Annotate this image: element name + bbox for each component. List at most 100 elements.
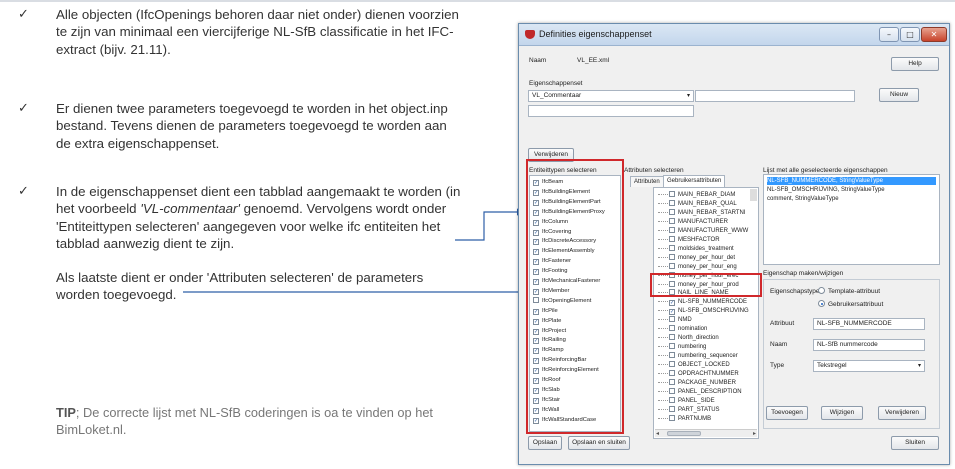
scroll-right-icon[interactable]: ▸ [753, 430, 756, 437]
entity-highlight-box [526, 159, 624, 434]
wijzigen-button[interactable]: Wijzigen [821, 406, 863, 420]
close-button[interactable]: ✕ [921, 27, 947, 42]
checkbox[interactable] [669, 244, 675, 251]
attribuut-input[interactable]: NL-SFB_NUMMERCODE [813, 318, 925, 330]
set-extra-input[interactable] [528, 105, 694, 117]
attribute-item[interactable]: MANUFACTURER_WWW [658, 226, 748, 235]
tab-attributen[interactable]: Attributen [630, 176, 664, 187]
radio-button[interactable] [818, 287, 825, 294]
attribute-item[interactable]: MANUFACTURER [658, 217, 728, 226]
attribute-item[interactable]: money_per_hour_eng [658, 262, 737, 271]
attribute-item[interactable]: OPDRACHTNUMMER [658, 369, 739, 378]
chevron-down-icon: ▾ [686, 92, 690, 99]
nieuw-button[interactable]: Nieuw [879, 88, 919, 102]
opslaan-sluiten-button[interactable]: Opslaan en sluiten [568, 436, 630, 450]
dialog-titlebar[interactable]: Definities eigenschappenset – □ ✕ [519, 24, 949, 46]
naam-input[interactable]: NL-SfB nummercode [813, 339, 925, 351]
attribute-item[interactable]: ✓ NL-SFB_NUMMERCODE [658, 297, 747, 307]
checkbox[interactable] [669, 199, 675, 206]
attribute-item[interactable]: MAIN_REBAR_QUAL [658, 199, 737, 208]
checkbox[interactable] [669, 396, 675, 403]
properties-dialog: Definities eigenschappenset – □ ✕ Naam V… [518, 23, 950, 465]
selected-property-item[interactable]: NL-SFB_NUMMERCODE, StringValueType [767, 177, 936, 185]
maximize-button[interactable]: □ [900, 27, 920, 42]
tree-connector [658, 333, 668, 339]
radio-button-selected[interactable] [818, 300, 825, 307]
attribute-item[interactable]: numbering [658, 342, 706, 351]
attribute-item[interactable]: MESHFACTOR [658, 235, 720, 244]
selected-property-item[interactable]: comment, StringValueType [767, 195, 936, 203]
checkbox[interactable] [669, 316, 675, 323]
attribute-item[interactable]: money_per_hour_det [658, 253, 735, 262]
bullet-1-line: Alle objecten (IfcOpenings behoren daar … [56, 7, 459, 22]
attribute-item[interactable]: MAIN_REBAR_DIAM [658, 190, 735, 199]
attribute-item-label: moldsides_treatment [678, 245, 734, 252]
checkbox[interactable] [669, 253, 675, 260]
checkbox[interactable] [669, 361, 675, 368]
tip-text: TIP; De correcte lijst met NL-SfB coderi… [56, 404, 496, 438]
attribute-item-label: money_per_hour_eng [678, 263, 737, 270]
slide-top-divider [0, 0, 955, 2]
checkbox[interactable] [669, 352, 675, 359]
radio-template[interactable]: Template-attribuut [818, 287, 880, 295]
attribute-item[interactable]: nomination [658, 324, 707, 333]
checkbox[interactable] [669, 235, 675, 242]
checkbox[interactable] [669, 414, 675, 421]
checkbox[interactable] [669, 370, 675, 376]
checkbox[interactable] [669, 334, 675, 341]
help-button[interactable]: Help [891, 57, 939, 71]
bullet-3-line: In de eigenschappenset dient een tabblad… [56, 184, 461, 199]
checkbox[interactable] [669, 405, 675, 412]
checkbox[interactable] [669, 191, 675, 197]
attribute-list[interactable]: MAIN_REBAR_DIAM MAIN_REBAR_QUAL MAIN_REBAR… [653, 187, 759, 439]
app-icon [525, 30, 535, 39]
checkbox[interactable] [669, 217, 675, 224]
attribute-item[interactable]: NMD [658, 315, 692, 324]
selected-property-item[interactable]: NL-SFB_OMSCHRIJVING, StringValueType [767, 186, 936, 194]
toevoegen-button[interactable]: Toevoegen [766, 406, 808, 420]
checkbox[interactable] [669, 343, 675, 350]
set-dropdown[interactable]: VL_Commentaar ▾ [528, 90, 694, 102]
scroll-left-icon[interactable]: ◂ [656, 430, 659, 437]
tab-gebruikersattributen[interactable]: Gebruikersattributen [663, 175, 726, 187]
attribute-item[interactable]: numbering_sequencer [658, 351, 738, 360]
opslaan-button[interactable]: Opslaan [528, 436, 562, 450]
tree-connector [658, 244, 668, 249]
horizontal-scrollbar[interactable]: ◂ ▸ [655, 429, 757, 437]
set-name-input[interactable] [695, 90, 855, 102]
attribute-item-label: PARTNUMB [678, 415, 712, 422]
scroll-thumb[interactable] [667, 431, 701, 436]
verwijderen-property-button[interactable]: Verwijderen [878, 406, 926, 420]
checkbox[interactable] [669, 208, 675, 215]
type-dropdown[interactable]: Tekstregel ▾ [813, 360, 925, 372]
attribute-item-label: PANEL_DESCRIPTION [678, 388, 742, 395]
attribute-item-label: MANUFACTURER [678, 218, 729, 225]
attribute-item[interactable]: North_direction [658, 333, 719, 342]
attributes-label: Attributen selecteren [624, 167, 684, 174]
checkbox[interactable] [669, 378, 675, 385]
attribute-item[interactable]: moldsides_treatment [658, 244, 734, 253]
checkbox[interactable] [669, 387, 675, 394]
checkmark-icon: ✓ [18, 101, 29, 116]
bullet-3-line: het voorbeeld 'VL-commentaar' genoemd. V… [56, 200, 526, 217]
vertical-scrollbar[interactable] [750, 189, 757, 201]
attribute-item[interactable]: OBJECT_LOCKED [658, 360, 730, 369]
attribute-item[interactable]: PANEL_DESCRIPTION [658, 387, 742, 396]
checkbox[interactable] [669, 325, 675, 332]
checkbox[interactable] [669, 262, 675, 269]
attribute-item[interactable]: PANEL_SIDE [658, 396, 715, 405]
attribute-item[interactable]: PARTNUMB [658, 414, 711, 423]
minimize-button[interactable]: – [879, 27, 899, 42]
attribute-item[interactable]: PART_STATUS [658, 405, 720, 414]
attribute-item[interactable]: ✓ NL-SFB_OMSCHRIJVING [658, 306, 749, 316]
checkbox[interactable] [669, 226, 675, 233]
radio-user[interactable]: Gebruikersattribuut [818, 300, 883, 308]
selected-properties-list[interactable]: NL-SFB_NUMMERCODE, StringValueType NL-SFB… [763, 174, 940, 265]
file-name: VL_EE.xml [577, 57, 610, 64]
tree-connector [658, 235, 668, 240]
attribute-item[interactable]: MAIN_REBAR_STARTNI [658, 208, 745, 217]
attribute-item-label: MANUFACTURER_WWW [678, 227, 749, 234]
type-label: Eigenschapstype [770, 288, 820, 295]
sluiten-button[interactable]: Sluiten [891, 436, 939, 450]
attribute-item[interactable]: PACKAGE_NUMBER [658, 378, 736, 387]
